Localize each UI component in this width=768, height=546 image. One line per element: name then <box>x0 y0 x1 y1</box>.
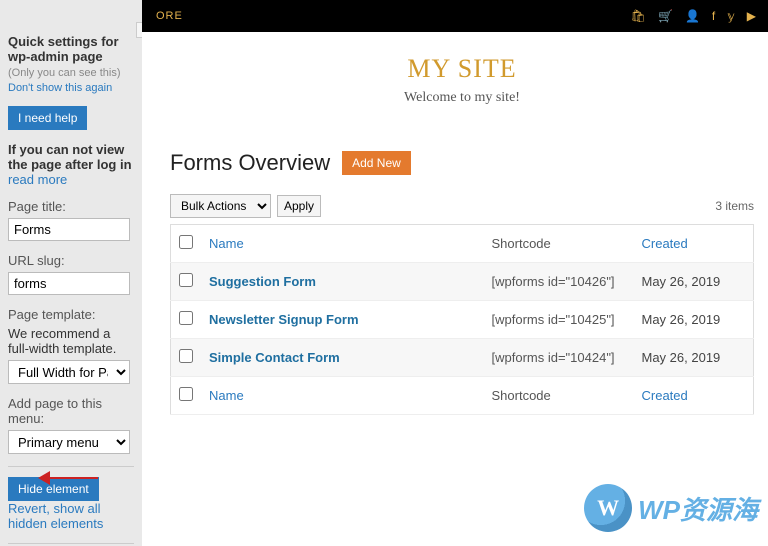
row-created: May 26, 2019 <box>634 301 754 339</box>
col-shortcode: Shortcode <box>484 225 634 263</box>
row-shortcode: [wpforms id="10424"] <box>484 339 634 377</box>
col-shortcode-foot: Shortcode <box>484 377 634 415</box>
site-title: MY SITE <box>156 54 768 84</box>
add-menu-label: Add page to this menu: <box>8 396 134 426</box>
revert-link[interactable]: Revert, show all hidden elements <box>8 501 103 531</box>
add-new-button[interactable]: Add New <box>342 151 411 175</box>
apply-button[interactable]: Apply <box>277 195 321 217</box>
bag-icon[interactable]: 🛍 <box>631 9 646 23</box>
form-name-link[interactable]: Newsletter Signup Form <box>209 312 359 327</box>
url-slug-input[interactable] <box>8 272 130 295</box>
items-count: 3 items <box>715 199 754 213</box>
facebook-icon[interactable]: f <box>712 9 715 23</box>
wp-logo-icon <box>584 484 632 532</box>
topbar-text: ORE <box>156 10 183 22</box>
need-help-button[interactable]: I need help <box>8 106 87 130</box>
admin-content: Forms Overview Add New Bulk Actions Appl… <box>156 136 768 429</box>
template-select[interactable]: Full Width for Page Builder <box>8 360 130 384</box>
user-icon[interactable]: 👤 <box>685 9 700 23</box>
cart-icon[interactable]: 🛒 <box>658 9 673 23</box>
sidebar-note: (Only you can see this) <box>8 67 121 79</box>
youtube-icon[interactable]: ▶ <box>747 9 756 23</box>
forms-table: Name Shortcode Created Suggestion Form [… <box>170 224 754 415</box>
quick-settings-sidebar: x Quick settings for wp-admin page (Only… <box>0 0 142 546</box>
table-row: Newsletter Signup Form [wpforms id="1042… <box>171 301 754 339</box>
row-shortcode: [wpforms id="10425"] <box>484 301 634 339</box>
row-created: May 26, 2019 <box>634 339 754 377</box>
site-tagline: Welcome to my site! <box>156 90 768 106</box>
col-created[interactable]: Created <box>634 225 754 263</box>
row-checkbox[interactable] <box>179 273 193 287</box>
main-area: MY SITE Welcome to my site! Forms Overvi… <box>156 32 768 546</box>
sidebar-heading: Quick settings for wp-admin page <box>8 34 119 64</box>
form-name-link[interactable]: Simple Contact Form <box>209 350 340 365</box>
read-more-link[interactable]: read more <box>8 172 67 187</box>
template-hint: We recommend a full-width template. <box>8 326 134 356</box>
save-arrow-annotation <box>38 468 98 488</box>
form-name-link[interactable]: Suggestion Form <box>209 274 316 289</box>
url-slug-label: URL slug: <box>8 253 134 268</box>
bulk-actions-select[interactable]: Bulk Actions <box>170 194 271 218</box>
close-sidebar-button[interactable]: x <box>136 22 142 38</box>
table-row: Suggestion Form [wpforms id="10426"] May… <box>171 263 754 301</box>
twitter-icon[interactable]: 𝕪 <box>727 9 735 23</box>
watermark-text: WP资源海 <box>638 490 758 527</box>
select-all-checkbox[interactable] <box>179 235 193 249</box>
menu-select[interactable]: Primary menu <box>8 430 130 454</box>
select-all-checkbox-foot[interactable] <box>179 387 193 401</box>
filters-row: Bulk Actions Apply 3 items <box>170 194 754 218</box>
page-title-label: Page title: <box>8 199 134 214</box>
row-checkbox[interactable] <box>179 311 193 325</box>
dont-show-link[interactable]: Don't show this again <box>8 82 112 94</box>
row-checkbox[interactable] <box>179 349 193 363</box>
cannot-view-text: If you can not view the page after log i… <box>8 142 132 172</box>
col-created-foot[interactable]: Created <box>634 377 754 415</box>
template-label: Page template: <box>8 307 134 322</box>
table-row: Simple Contact Form [wpforms id="10424"]… <box>171 339 754 377</box>
watermark: WP资源海 <box>584 484 758 532</box>
row-created: May 26, 2019 <box>634 263 754 301</box>
col-name-foot[interactable]: Name <box>201 377 484 415</box>
page-title-input[interactable] <box>8 218 130 241</box>
col-name[interactable]: Name <box>201 225 484 263</box>
row-shortcode: [wpforms id="10426"] <box>484 263 634 301</box>
topbar-icons: 🛍 🛒 👤 f 𝕪 ▶ <box>631 9 756 23</box>
page-heading: Forms Overview <box>170 150 330 176</box>
